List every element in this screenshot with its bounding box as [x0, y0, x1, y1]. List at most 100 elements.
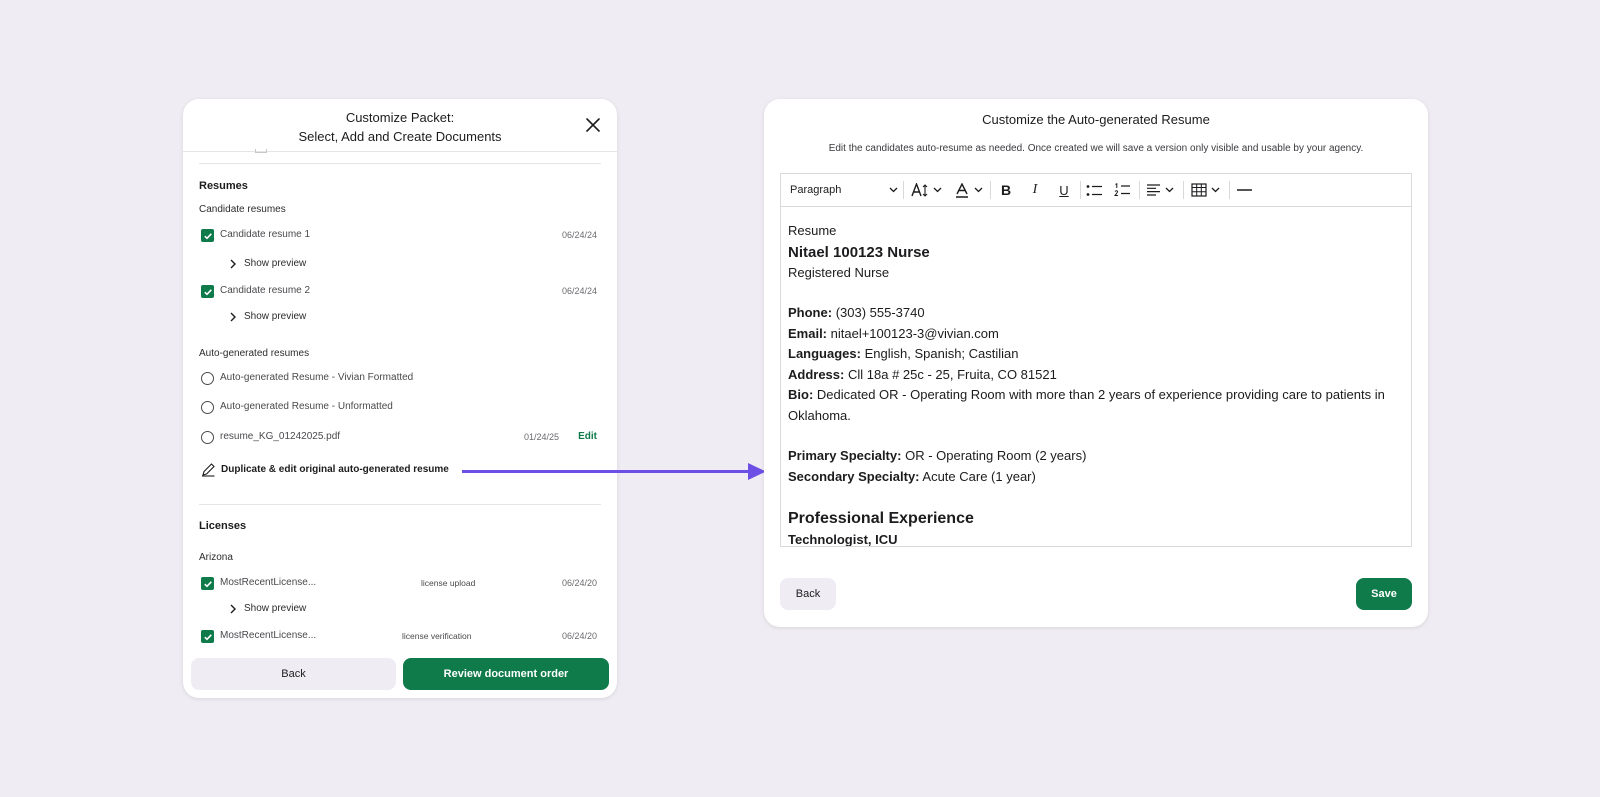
- review-document-order-button[interactable]: Review document order: [403, 658, 609, 690]
- secondary-specialty-line: Secondary Specialty: Acute Care (1 year): [788, 467, 1404, 488]
- chevron-right-icon: [230, 259, 236, 268]
- license-1-tag: license upload: [421, 578, 476, 588]
- show-preview-toggle[interactable]: Show preview: [229, 603, 306, 614]
- modal-title-line1: Customize Packet:: [345, 110, 455, 125]
- underline-icon[interactable]: U: [1055, 174, 1073, 206]
- chevron-right-icon: [230, 604, 236, 613]
- show-preview-label: Show preview: [244, 311, 307, 322]
- chevron-down-icon: [1211, 187, 1220, 193]
- numbered-list-button[interactable]: [1114, 174, 1131, 206]
- show-preview-toggle[interactable]: Show preview: [229, 311, 306, 322]
- candidate-resume-1-label: Candidate resume 1: [220, 229, 311, 240]
- candidate-resume-1-date: 06/24/24: [561, 230, 597, 240]
- editor-content[interactable]: Resume Nitael 100123 Nurse Registered Nu…: [781, 207, 1411, 547]
- scrolled-item-fragment: [255, 149, 267, 153]
- resume-kg-date: 01/24/25: [523, 432, 559, 442]
- resume-kg-edit-link[interactable]: Edit: [578, 431, 597, 442]
- show-preview-label: Show preview: [244, 258, 307, 269]
- license-2-tag: license verification: [402, 631, 472, 641]
- email-label: Email:: [788, 325, 828, 341]
- licenses-heading: Licenses: [199, 520, 247, 532]
- first-job-title: Technologist, ICU: [788, 532, 898, 547]
- email-line: Email: nitael+100123-3@vivian.com: [788, 324, 1404, 345]
- bio-line: Bio: Dedicated OR - Operating Room with …: [788, 385, 1404, 426]
- candidate-name: Nitael 100123 Nurse: [788, 243, 930, 261]
- resume-label: Resume: [788, 223, 837, 238]
- font-size-button[interactable]: [911, 174, 942, 206]
- toolbar-divider: [903, 181, 904, 199]
- horizontal-rule-button[interactable]: [1237, 174, 1252, 206]
- candidate-resume-2-label: Candidate resume 2: [220, 285, 311, 296]
- table-icon: [1191, 183, 1207, 197]
- toolbar-divider: [1183, 181, 1184, 199]
- languages-label: Languages:: [788, 346, 861, 361]
- horizontal-rule-icon: [1237, 189, 1252, 191]
- email-value: nitael+100123-3@vivian.com: [830, 325, 999, 341]
- license-2-date: 06/24/20: [561, 631, 597, 641]
- toolbar-divider: [990, 181, 991, 199]
- bold-icon[interactable]: B: [997, 174, 1015, 206]
- candidate-resume-2-checkbox[interactable]: [201, 285, 214, 298]
- auto-resume-unformatted-label: Auto-generated Resume - Unformatted: [220, 401, 393, 412]
- show-preview-label: Show preview: [244, 603, 307, 614]
- table-button[interactable]: [1191, 174, 1220, 206]
- modal-header: Customize Packet: Select, Add and Create…: [183, 99, 617, 152]
- flow-arrow-icon: [462, 463, 766, 480]
- editor-title: Customize the Auto-generated Resume: [982, 112, 1210, 127]
- align-icon: [1147, 184, 1160, 196]
- check-icon: [203, 232, 212, 239]
- editor-back-button[interactable]: Back: [780, 578, 836, 610]
- auto-resume-unformatted-radio[interactable]: [201, 401, 214, 414]
- bio-value: Dedicated OR - Operating Room with more …: [788, 387, 1385, 423]
- license-2-label: MostRecentLicense...: [220, 630, 317, 641]
- pencil-icon: [202, 463, 215, 477]
- experience-heading: Professional Experience: [788, 510, 974, 527]
- font-size-icon: [911, 183, 928, 197]
- primary-specialty-line: Primary Specialty: OR - Operating Room (…: [788, 446, 1404, 467]
- bio-label: Bio:: [788, 387, 814, 402]
- candidate-resume-2-date: 06/24/24: [561, 286, 597, 296]
- chevron-down-icon: [974, 187, 983, 193]
- auto-resume-vivian-radio[interactable]: [201, 372, 214, 385]
- license-1-date: 06/24/20: [561, 578, 597, 588]
- duplicate-edit-button[interactable]: Duplicate & edit original auto-generated…: [201, 462, 449, 477]
- candidate-resumes-heading: Candidate resumes: [199, 204, 286, 215]
- font-color-button[interactable]: [955, 174, 983, 206]
- align-button[interactable]: [1146, 174, 1174, 206]
- languages-value: English, Spanish; Castilian: [864, 346, 1019, 361]
- save-button[interactable]: Save: [1356, 578, 1412, 610]
- secondary-specialty-label: Secondary Specialty:: [788, 468, 920, 484]
- paragraph-style-select[interactable]: Paragraph: [790, 174, 898, 206]
- check-icon: [203, 580, 212, 587]
- toolbar-divider: [1080, 181, 1081, 199]
- check-icon: [203, 633, 212, 640]
- phone-line: Phone: (303) 555-3740: [788, 303, 1404, 324]
- auto-resume-vivian-label: Auto-generated Resume - Vivian Formatted: [220, 372, 414, 383]
- bullet-list-button[interactable]: [1086, 174, 1103, 206]
- license-1-label: MostRecentLicense...: [220, 577, 317, 588]
- chevron-down-icon: [933, 187, 942, 193]
- rich-text-editor[interactable]: Paragraph B I U Resume Nitael 100123 Nur…: [780, 173, 1412, 547]
- chevron-down-icon: [889, 187, 898, 193]
- duplicate-edit-label: Duplicate & edit original auto-generated…: [221, 464, 449, 475]
- check-icon: [203, 288, 212, 295]
- auto-resumes-heading: Auto-generated resumes: [199, 348, 310, 359]
- phone-value: (303) 555-3740: [835, 305, 925, 320]
- back-button[interactable]: Back: [191, 658, 396, 690]
- editor-description: Edit the candidates auto-resume as neede…: [828, 143, 1364, 154]
- show-preview-toggle[interactable]: Show preview: [229, 258, 306, 269]
- license-2-checkbox[interactable]: [201, 630, 214, 643]
- license-state-heading: Arizona: [199, 552, 233, 563]
- primary-specialty-value: OR - Operating Room (2 years): [905, 448, 1087, 463]
- resume-kg-label: resume_KG_01242025.pdf: [220, 431, 341, 442]
- close-icon[interactable]: [583, 115, 603, 135]
- resume-kg-radio[interactable]: [201, 431, 214, 444]
- divider: [199, 504, 601, 505]
- license-1-checkbox[interactable]: [201, 577, 214, 590]
- paragraph-style-value: Paragraph: [790, 184, 842, 196]
- primary-specialty-label: Primary Specialty:: [788, 448, 902, 463]
- editor-toolbar: Paragraph B I U: [781, 174, 1411, 207]
- candidate-resume-1-checkbox[interactable]: [201, 229, 214, 242]
- italic-icon[interactable]: I: [1026, 174, 1044, 206]
- bullet-list-icon: [1086, 184, 1102, 196]
